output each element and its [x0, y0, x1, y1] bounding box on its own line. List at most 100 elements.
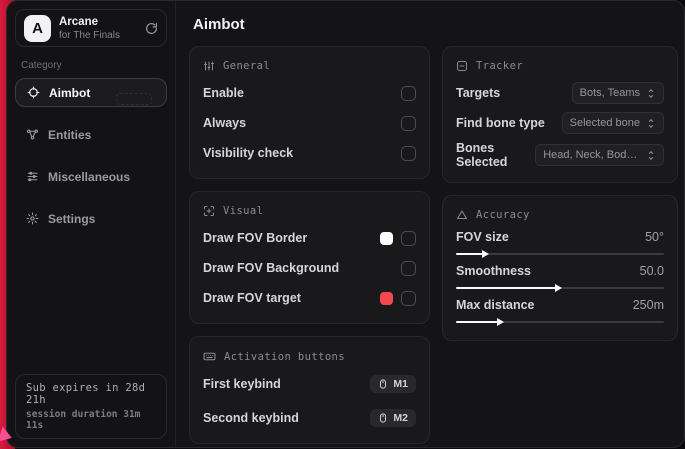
setting-label: Draw FOV target [203, 291, 301, 305]
setting-row: Enable [203, 81, 416, 105]
smoothness-value: 50.0 [639, 264, 664, 278]
category-label: Category [21, 60, 62, 71]
setting-label: Visibility check [203, 146, 294, 160]
draw-fov-target-checkbox[interactable] [401, 290, 416, 306]
card-title: General [223, 60, 271, 72]
sub-expiry-text: Sub expires in 28d 21h [26, 382, 146, 406]
refresh-icon[interactable] [145, 22, 158, 35]
setting-label: Enable [203, 86, 244, 100]
sidebar-item-aimbot[interactable]: Aimbot [15, 78, 167, 107]
scan-eye-icon [203, 205, 215, 217]
sidebar-item-label: Settings [48, 211, 96, 226]
keybind-value: M2 [393, 412, 408, 424]
triangle-icon [456, 209, 468, 221]
setting-row: Always [203, 111, 416, 135]
unfold-icon [646, 118, 656, 129]
setting-label: Smoothness [456, 264, 532, 278]
setting-row: Draw FOV target [203, 286, 416, 310]
select-value: Head, Neck, Body, Pe... [543, 149, 640, 161]
sidebar-item-label: Aimbot [49, 85, 91, 100]
first-keybind-button[interactable]: M1 [370, 375, 416, 393]
card-general: General Enable Always Visibility check [189, 46, 430, 179]
gear-icon [25, 212, 39, 225]
fov-size-group: FOV size 50° [456, 230, 664, 258]
setting-row: Bones Selected Head, Neck, Body, Pe... [456, 141, 664, 169]
fov-size-slider[interactable] [456, 249, 664, 258]
crosshair-icon [26, 86, 40, 99]
keyboard-icon [203, 350, 216, 363]
slider-thumb[interactable] [496, 317, 504, 326]
select-value: Selected bone [569, 117, 640, 129]
sidebar-item-entities[interactable]: Entities [15, 120, 167, 149]
slider-thumb[interactable] [554, 283, 562, 292]
setting-row: Visibility check [203, 141, 416, 165]
sidebar: A Arcane for The Finals Category Aimbot [7, 1, 176, 447]
setting-label: Second keybind [203, 411, 299, 425]
draw-fov-background-checkbox[interactable] [401, 260, 416, 276]
card-activation: Activation buttons First keybind M1 Seco… [189, 336, 430, 444]
setting-row: Targets Bots, Teams [456, 81, 664, 105]
card-accuracy: Accuracy FOV size 50° Smoothness 50.0 Ma… [442, 195, 678, 341]
sidebar-item-miscellaneous[interactable]: Miscellaneous [15, 162, 167, 191]
card-tracker: Tracker Targets Bots, Teams Find bone ty… [442, 46, 678, 183]
sidebar-item-label: Entities [48, 127, 92, 142]
card-title: Accuracy [476, 209, 530, 221]
brand-subtitle: for The Finals [59, 29, 120, 41]
setting-row: Find bone type Selected bone [456, 111, 664, 135]
sliders-icon [25, 170, 39, 183]
entities-icon [25, 128, 39, 141]
smoothness-slider[interactable] [456, 283, 664, 292]
visibility-check-checkbox[interactable] [401, 145, 416, 161]
enable-checkbox[interactable] [401, 85, 416, 101]
setting-label: Always [203, 116, 247, 130]
bones-selected-select[interactable]: Head, Neck, Body, Pe... [535, 144, 664, 166]
setting-label: Bones Selected [456, 141, 508, 169]
card-title: Visual [223, 205, 264, 217]
mouse-icon [378, 378, 388, 390]
card-title: Activation buttons [224, 350, 345, 363]
setting-label: First keybind [203, 377, 281, 391]
unfold-icon [646, 150, 656, 161]
sidebar-item-label: Miscellaneous [48, 169, 131, 184]
setting-row: First keybind M1 [203, 372, 416, 396]
fov-target-color-swatch[interactable] [380, 291, 393, 305]
max-distance-group: Max distance 250m [456, 298, 664, 326]
fov-size-value: 50° [645, 230, 664, 244]
setting-row: Second keybind M2 [203, 406, 416, 430]
keybind-value: M1 [393, 378, 408, 390]
fov-border-color-swatch[interactable] [380, 231, 393, 245]
setting-label: Find bone type [456, 116, 545, 130]
always-checkbox[interactable] [401, 115, 416, 131]
unfold-icon [646, 88, 656, 99]
setting-row: Draw FOV Border [203, 226, 416, 250]
nav-list: Aimbot Entities Miscellaneous Settings [15, 78, 167, 233]
card-visual: Visual Draw FOV Border Draw FOV Backgrou… [189, 191, 430, 324]
sidebar-item-settings[interactable]: Settings [15, 204, 167, 233]
brand-logo: A [24, 14, 51, 42]
subscription-box: Sub expires in 28d 21h session duration … [15, 374, 167, 439]
setting-row: Draw FOV Background [203, 256, 416, 280]
brand-name: Arcane [59, 16, 98, 29]
app-window: A Arcane for The Finals Category Aimbot [6, 0, 685, 448]
max-distance-value: 250m [632, 298, 664, 312]
second-keybind-button[interactable]: M2 [370, 409, 416, 427]
keybind-ghost [116, 93, 152, 105]
mouse-icon [378, 412, 388, 424]
slider-thumb[interactable] [482, 249, 490, 258]
setting-label: Targets [456, 86, 501, 100]
draw-fov-border-checkbox[interactable] [401, 230, 416, 246]
setting-label: Draw FOV Background [203, 261, 340, 275]
targets-select[interactable]: Bots, Teams [571, 82, 664, 104]
find-bone-type-select[interactable]: Selected bone [561, 112, 664, 134]
max-distance-slider[interactable] [456, 317, 664, 326]
select-value: Bots, Teams [579, 87, 640, 99]
setting-label: FOV size [456, 230, 509, 244]
session-duration-text: session duration 31m 11s [26, 409, 141, 431]
setting-label: Max distance [456, 298, 535, 312]
smoothness-group: Smoothness 50.0 [456, 264, 664, 292]
box-minus-icon [456, 60, 468, 72]
adjust-icon [203, 60, 215, 72]
page-title: Aimbot [193, 16, 245, 33]
brand-box: A Arcane for The Finals [15, 9, 167, 47]
card-title: Tracker [476, 60, 524, 72]
